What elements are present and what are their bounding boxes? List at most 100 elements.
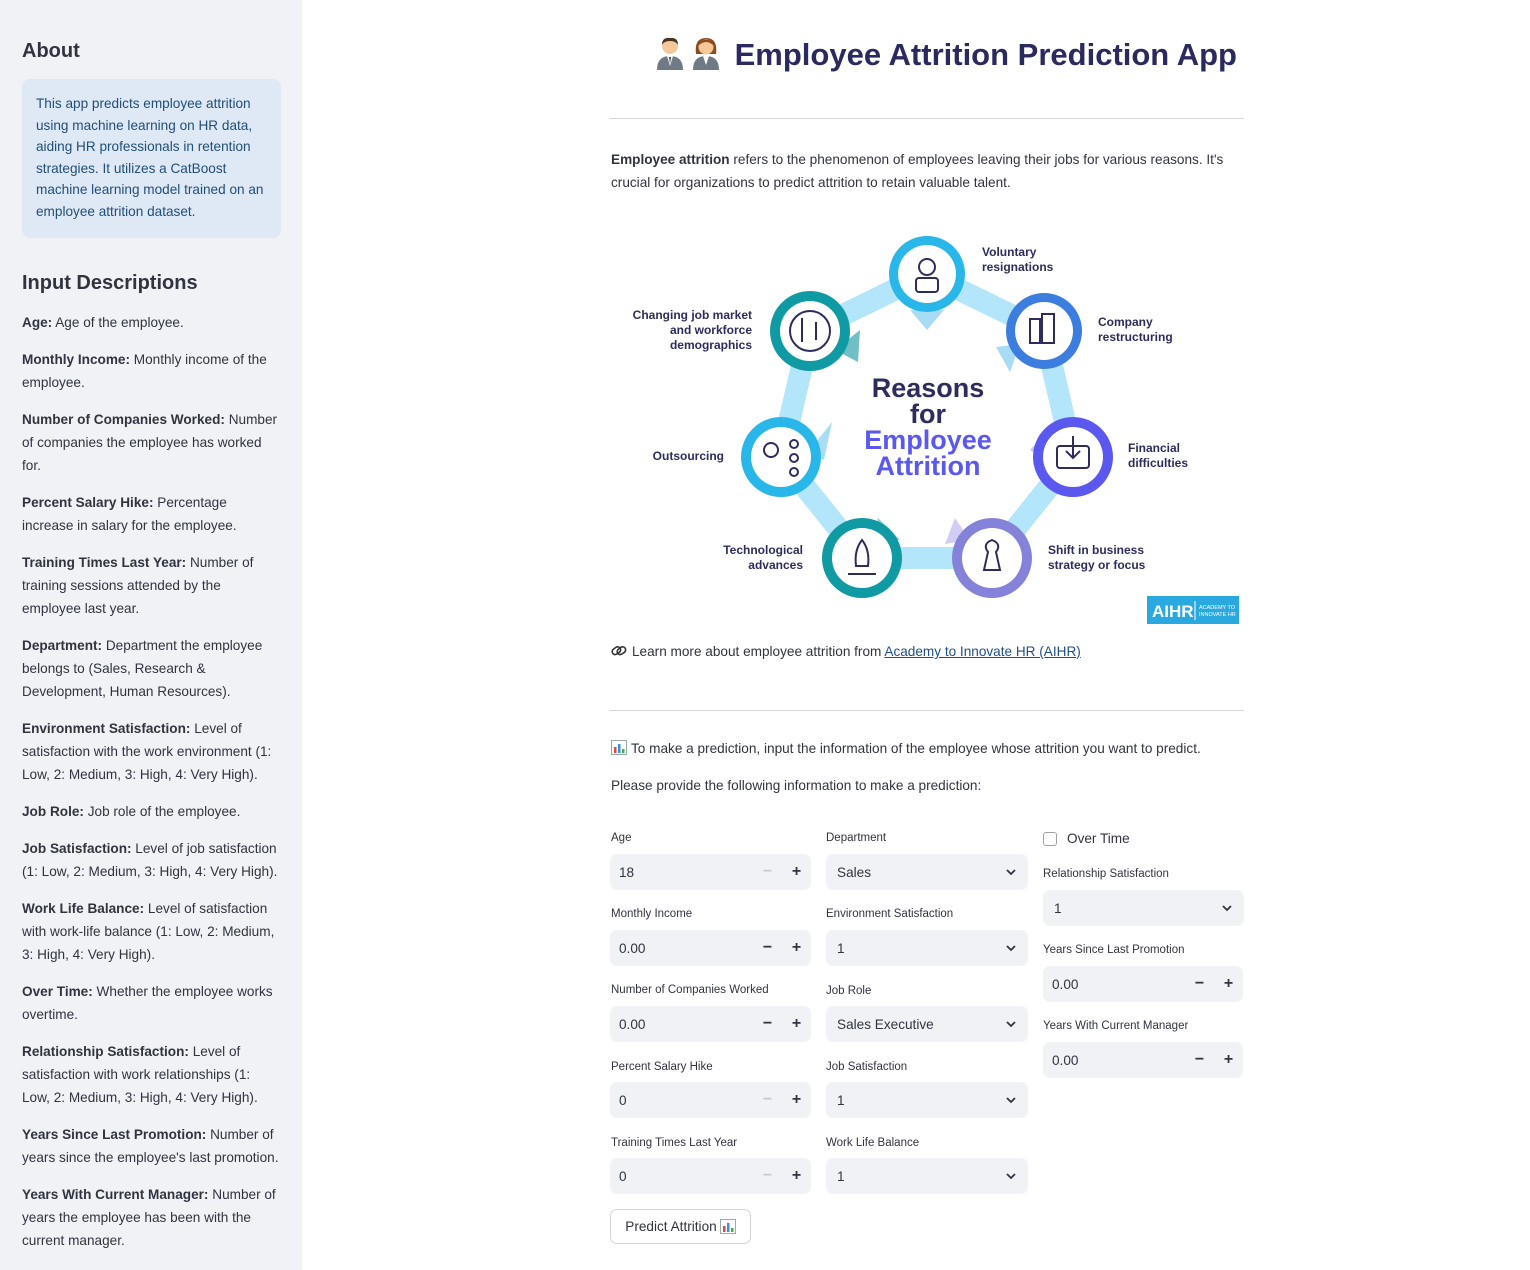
work-life-balance-value: 1 xyxy=(837,1168,845,1184)
age-decrement-button[interactable]: − xyxy=(753,863,782,881)
reason-label-technological: Technological advances xyxy=(723,543,803,572)
monthly-income-input[interactable]: 0.00 − + xyxy=(610,930,811,966)
salary-hike-label: Percent Salary Hike xyxy=(611,1061,713,1073)
prediction-prompt-text: To make a prediction, input the informat… xyxy=(631,741,1201,756)
input-description-item: Years Since Last Promotion: Number of ye… xyxy=(22,1123,281,1169)
input-description-item: Over Time: Whether the employee works ov… xyxy=(22,980,281,1026)
about-info-box: This app predicts employee attrition usi… xyxy=(22,79,281,238)
input-description-item: Relationship Satisfaction: Level of sati… xyxy=(22,1040,281,1109)
aihr-link[interactable]: Academy to Innovate HR (AIHR) xyxy=(884,644,1080,659)
years-with-manager-value[interactable]: 0.00 xyxy=(1043,1053,1185,1068)
relationship-satisfaction-label: Relationship Satisfaction xyxy=(1043,868,1169,880)
years-with-manager-increment-button[interactable]: + xyxy=(1214,1051,1243,1069)
age-increment-button[interactable]: + xyxy=(782,863,811,881)
provide-info-text: Please provide the following information… xyxy=(611,778,982,793)
input-description-text: Job role of the employee. xyxy=(83,803,241,819)
input-description-item: Monthly Income: Monthly income of the em… xyxy=(22,348,281,394)
input-description-term: Monthly Income: xyxy=(22,351,130,367)
years-since-promotion-input[interactable]: 0.00 − + xyxy=(1043,966,1243,1002)
input-description-term: Percent Salary Hike: xyxy=(22,494,154,510)
num-companies-decrement-button[interactable]: − xyxy=(753,1015,782,1033)
intro-bold-term: Employee attrition xyxy=(611,152,730,167)
training-times-value[interactable]: 0 xyxy=(610,1169,753,1184)
reason-label-strategy: Shift in business strategy or focus xyxy=(1048,543,1146,572)
age-value[interactable]: 18 xyxy=(610,865,753,880)
svg-text:ACADEMY TO: ACADEMY TO xyxy=(1199,605,1236,611)
years-with-manager-decrement-button[interactable]: − xyxy=(1185,1051,1214,1069)
job-satisfaction-select[interactable]: 1 xyxy=(826,1082,1028,1118)
reason-node-restructuring xyxy=(1006,293,1082,369)
reason-label-voluntary: Voluntary resignations xyxy=(982,245,1054,274)
years-with-manager-label: Years With Current Manager xyxy=(1043,1020,1189,1032)
monthly-income-decrement-button[interactable]: − xyxy=(753,939,782,957)
job-role-value: Sales Executive xyxy=(837,1016,934,1032)
reason-node-strategy xyxy=(952,518,1032,598)
salary-hike-input[interactable]: 0 − + xyxy=(610,1082,811,1118)
job-satisfaction-value: 1 xyxy=(837,1092,845,1108)
input-descriptions-list: Age: Age of the employee. Monthly Income:… xyxy=(22,311,281,1252)
years-since-promotion-decrement-button[interactable]: − xyxy=(1185,975,1214,993)
env-satisfaction-value: 1 xyxy=(837,940,845,956)
monthly-income-value[interactable]: 0.00 xyxy=(610,941,753,956)
department-value: Sales xyxy=(837,864,872,880)
relationship-satisfaction-select[interactable]: 1 xyxy=(1043,890,1244,926)
reason-label-outsourcing: Outsourcing xyxy=(653,449,724,463)
relationship-satisfaction-value: 1 xyxy=(1054,900,1062,916)
monthly-income-label: Monthly Income xyxy=(611,908,693,920)
svg-text:AIHR: AIHR xyxy=(1152,602,1194,621)
work-life-balance-select[interactable]: 1 xyxy=(826,1158,1028,1194)
over-time-checkbox-box[interactable] xyxy=(1043,831,1057,846)
input-description-term: Department: xyxy=(22,637,103,653)
training-times-decrement-button[interactable]: − xyxy=(753,1167,782,1185)
woman-office-worker-icon xyxy=(693,38,719,70)
reason-node-financial xyxy=(1033,417,1113,497)
age-input[interactable]: 18 − + xyxy=(610,854,811,890)
salary-hike-decrement-button[interactable]: − xyxy=(753,1091,782,1109)
intro-paragraph: Employee attrition refers to the phenome… xyxy=(611,148,1241,194)
reason-label-restructuring: Company restructuring xyxy=(1098,315,1173,344)
years-with-manager-input[interactable]: 0.00 − + xyxy=(1043,1042,1243,1078)
input-description-term: Job Role: xyxy=(22,803,84,819)
num-companies-increment-button[interactable]: + xyxy=(782,1015,811,1033)
divider xyxy=(610,710,1244,711)
monthly-income-increment-button[interactable]: + xyxy=(782,939,811,957)
department-select[interactable]: Sales xyxy=(826,854,1028,890)
reason-label-job-market: Changing job market and workforce demograp… xyxy=(633,308,753,352)
bar-chart-icon xyxy=(719,1219,736,1234)
job-role-select[interactable]: Sales Executive xyxy=(826,1006,1028,1042)
years-since-promotion-value[interactable]: 0.00 xyxy=(1043,977,1185,992)
salary-hike-increment-button[interactable]: + xyxy=(782,1091,811,1109)
over-time-label[interactable]: Over Time xyxy=(1067,831,1130,846)
department-label: Department xyxy=(826,832,887,844)
bar-chart-icon xyxy=(611,740,627,755)
over-time-checkbox[interactable]: Over Time xyxy=(1043,831,1130,846)
input-description-term: Over Time: xyxy=(22,983,93,999)
input-description-item: Percent Salary Hike: Percentage increase… xyxy=(22,491,281,537)
learn-more-prefix: Learn more about employee attrition from xyxy=(632,644,885,659)
input-description-item: Job Satisfaction: Level of job satisfact… xyxy=(22,837,281,883)
num-companies-input[interactable]: 0.00 − + xyxy=(610,1006,811,1042)
predict-attrition-button[interactable]: Predict Attrition xyxy=(610,1209,751,1244)
input-descriptions-heading: Input Descriptions xyxy=(22,271,198,294)
num-companies-label: Number of Companies Worked xyxy=(611,984,769,996)
input-description-item: Environment Satisfaction: Level of satis… xyxy=(22,717,281,786)
graphic-center-line4: Attrition xyxy=(876,451,981,481)
age-label: Age xyxy=(611,832,632,844)
training-times-input[interactable]: 0 − + xyxy=(610,1158,811,1194)
salary-hike-value[interactable]: 0 xyxy=(610,1093,753,1108)
svg-text:INNOVATE HR: INNOVATE HR xyxy=(1199,612,1236,618)
training-times-increment-button[interactable]: + xyxy=(782,1167,811,1185)
job-role-label: Job Role xyxy=(826,985,872,997)
sidebar: About This app predicts employee attriti… xyxy=(0,0,302,1270)
num-companies-value[interactable]: 0.00 xyxy=(610,1017,753,1032)
prediction-prompt: To make a prediction, input the informat… xyxy=(611,740,1201,756)
chevron-down-icon xyxy=(1222,905,1232,912)
reason-node-voluntary xyxy=(889,236,965,312)
reason-node-outsourcing xyxy=(741,417,821,497)
chevron-down-icon xyxy=(1006,945,1016,952)
input-description-term: Years Since Last Promotion: xyxy=(22,1126,207,1142)
env-satisfaction-select[interactable]: 1 xyxy=(826,930,1028,966)
chevron-down-icon xyxy=(1006,1173,1016,1180)
years-since-promotion-increment-button[interactable]: + xyxy=(1214,975,1243,993)
about-heading: About xyxy=(22,40,80,62)
